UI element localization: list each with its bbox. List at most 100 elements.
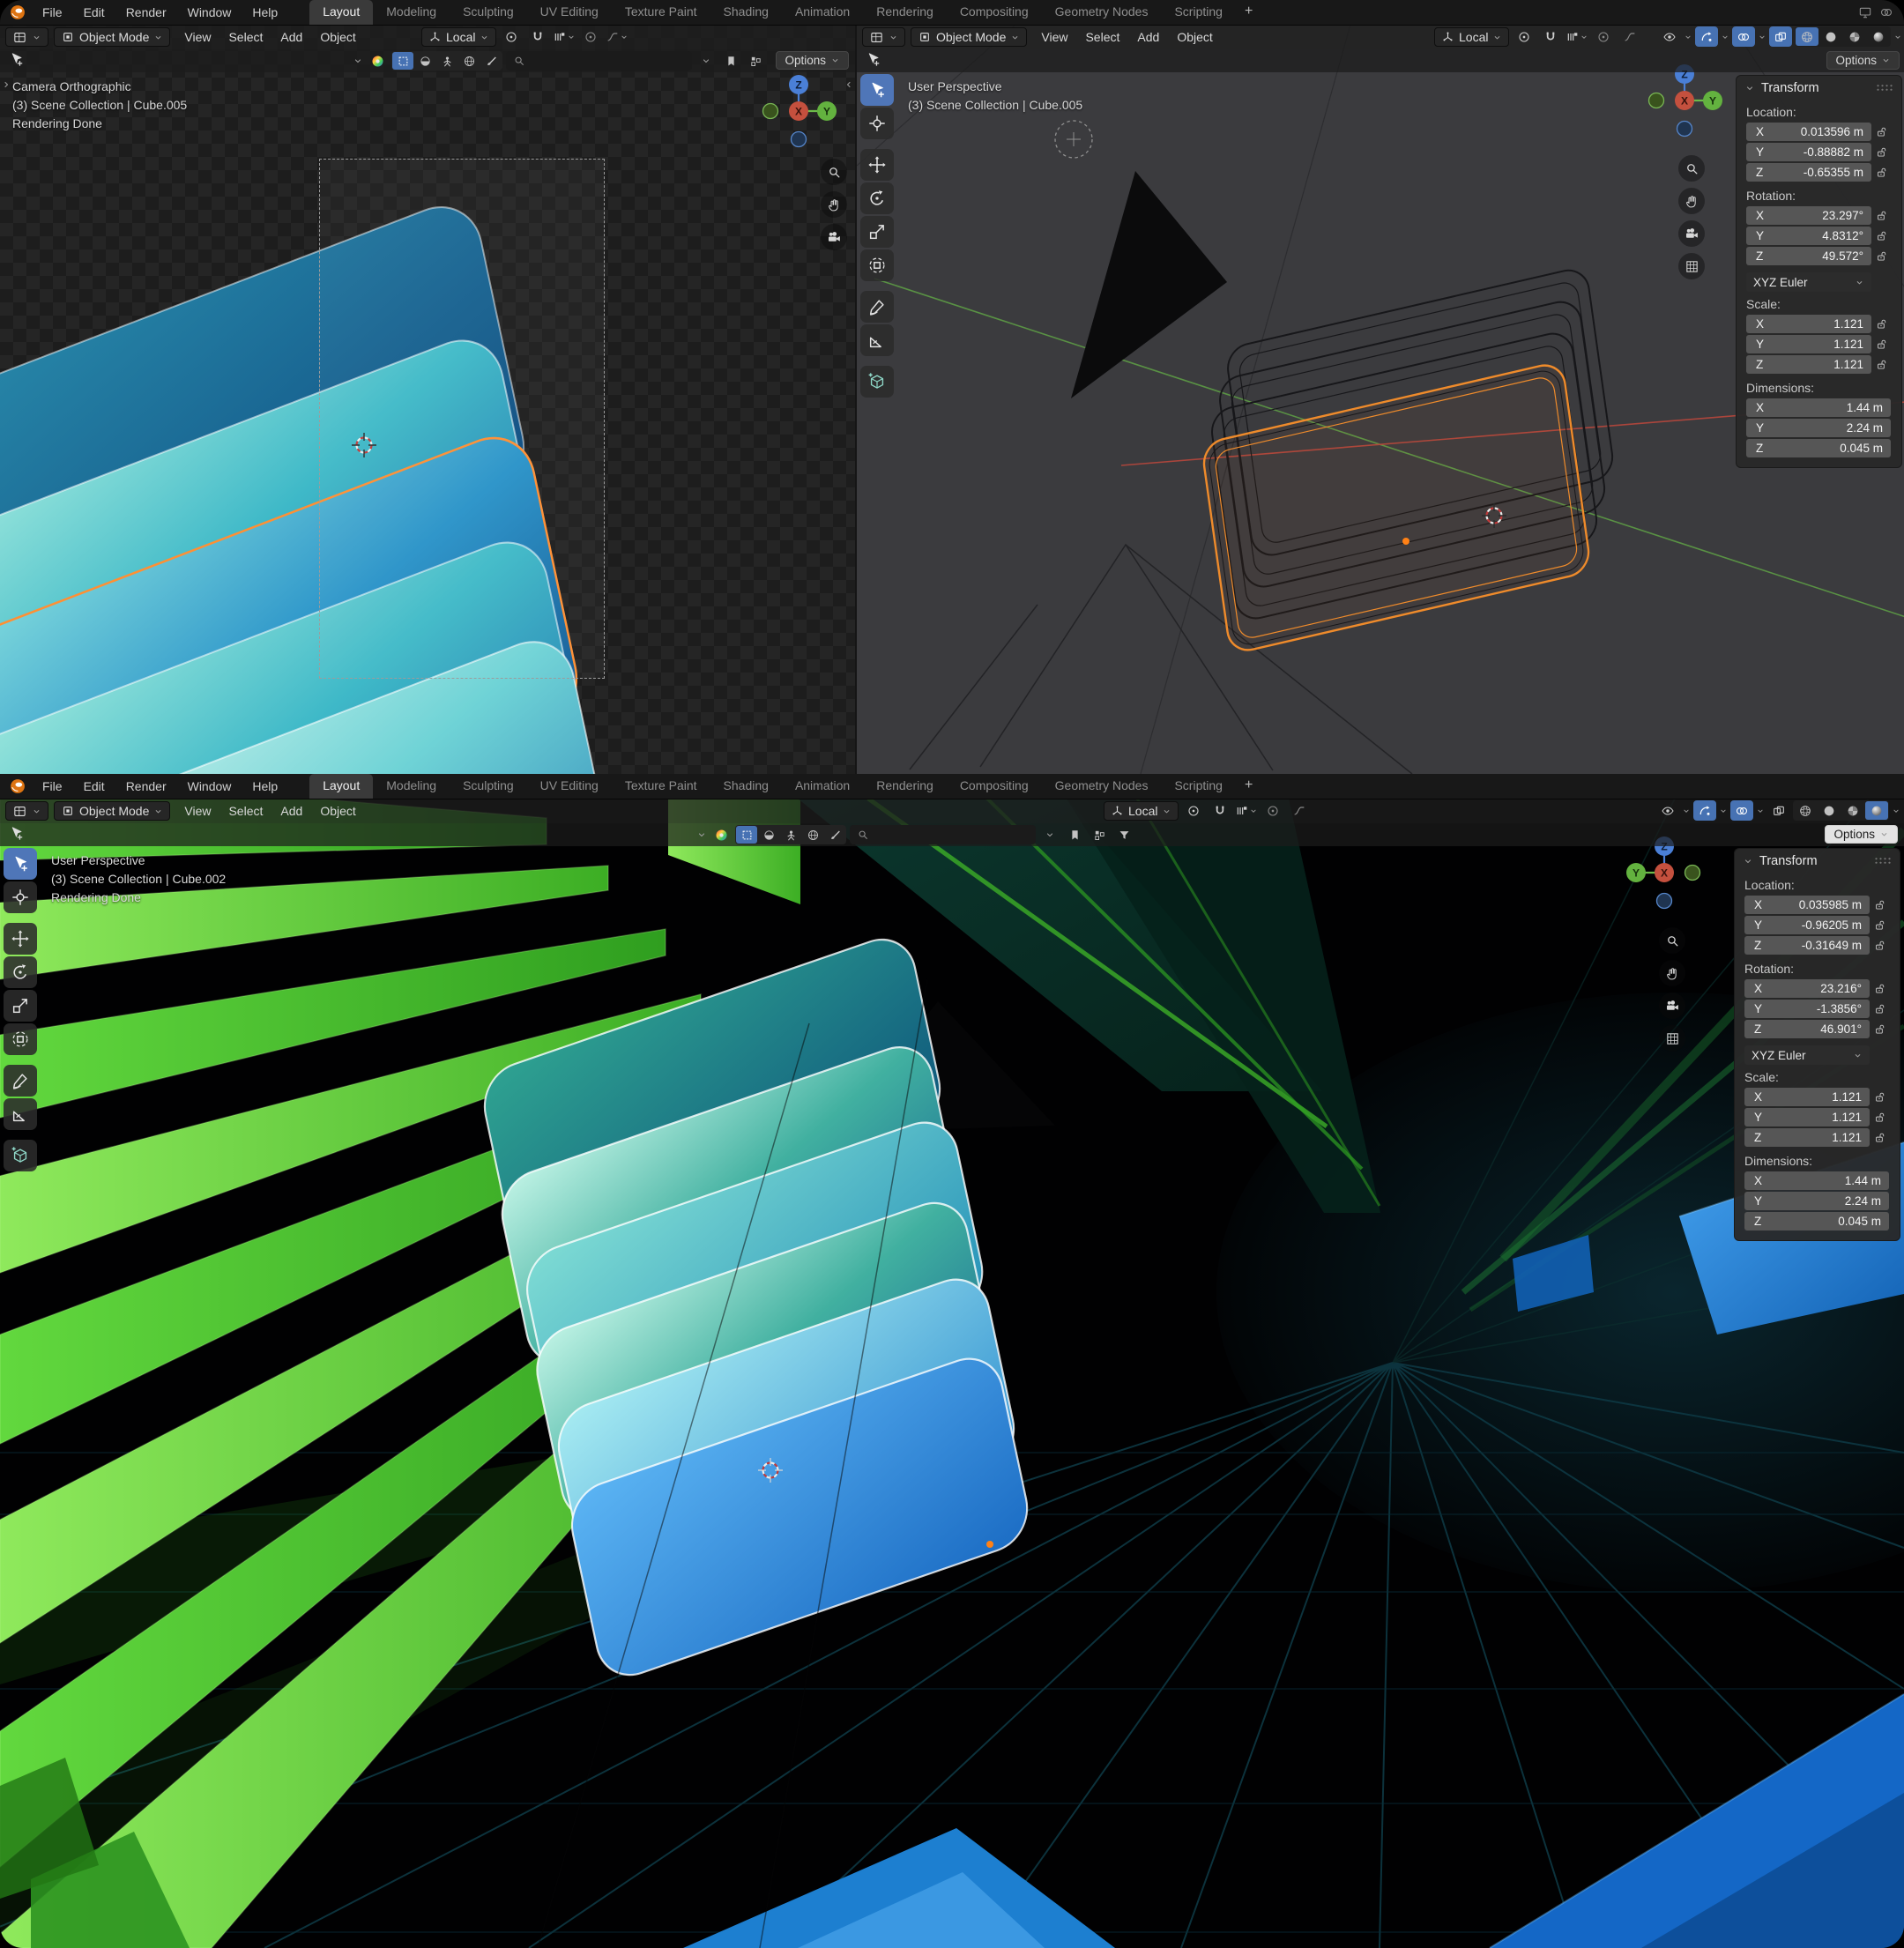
rotate-tool[interactable] <box>860 182 894 214</box>
sphere-filter-icon[interactable] <box>414 52 435 70</box>
annotate-tool[interactable] <box>860 291 894 323</box>
app-menu[interactable]: File <box>32 774 73 799</box>
viewport-wireframe[interactable]: Object Mode ViewSelectAddObject Local <box>855 25 1904 774</box>
bookmark-icon[interactable] <box>1064 826 1085 844</box>
viewport-menu[interactable]: Object <box>311 27 364 47</box>
transform-tool[interactable] <box>4 1023 37 1055</box>
workspace-tab[interactable]: Scripting <box>1161 774 1235 799</box>
workspace-tab[interactable]: Texture Paint <box>612 0 710 25</box>
shading-solid-icon[interactable] <box>1818 801 1841 820</box>
lock-icon[interactable] <box>1870 1132 1891 1144</box>
viewport-menu[interactable]: Select <box>219 801 271 821</box>
lock-icon[interactable] <box>1870 940 1891 952</box>
workspace-tab[interactable]: Shading <box>710 0 782 25</box>
workspace-tab[interactable]: Compositing <box>947 0 1042 25</box>
lock-icon[interactable] <box>1871 318 1893 331</box>
blender-logo-icon[interactable] <box>9 4 26 21</box>
app-menu[interactable]: Edit <box>73 774 115 799</box>
viewport-menu[interactable]: Object <box>311 801 364 821</box>
app-menu[interactable]: Help <box>242 774 288 799</box>
show-overlays-icon[interactable] <box>1732 26 1755 47</box>
app-menu[interactable]: Render <box>115 774 177 799</box>
cursor-tool[interactable] <box>860 108 894 139</box>
move-tool[interactable] <box>4 923 37 955</box>
snap-with-icon[interactable] <box>553 27 576 48</box>
editor-type-button[interactable] <box>5 27 48 47</box>
shading-material-icon[interactable] <box>1841 801 1864 820</box>
value-field[interactable]: X1.121 <box>1746 315 1871 333</box>
value-field[interactable]: Z-0.31649 m <box>1744 936 1870 955</box>
workspace-tab[interactable]: Modeling <box>373 774 450 799</box>
workspace-tab[interactable]: Compositing <box>947 774 1042 799</box>
transform-orientation-dropdown[interactable]: Local <box>421 27 496 47</box>
measure-tool[interactable] <box>860 324 894 356</box>
lock-icon[interactable] <box>1871 146 1893 159</box>
viewport-rendered[interactable]: Object Mode ViewSelectAddObject Local <box>0 799 1904 1948</box>
chevron-down-icon[interactable] <box>695 52 717 70</box>
pivot-point-icon[interactable] <box>500 27 523 48</box>
blender-logo-icon[interactable] <box>9 777 26 795</box>
app-menu[interactable]: Window <box>177 774 242 799</box>
select-box-tool[interactable] <box>860 74 894 106</box>
panel-grip[interactable] <box>1874 857 1892 865</box>
workspace-tab[interactable]: UV Editing <box>527 774 612 799</box>
app-menu[interactable]: Edit <box>73 0 115 25</box>
rotate-tool[interactable] <box>4 956 37 988</box>
lock-icon[interactable] <box>1870 919 1891 932</box>
value-field[interactable]: Y-0.96205 m <box>1744 916 1870 934</box>
camera-view-icon[interactable] <box>1678 220 1705 247</box>
color-wheel-icon[interactable] <box>367 52 388 70</box>
active-tool-icon[interactable] <box>8 825 25 842</box>
ortho-grid-icon[interactable] <box>1659 1025 1685 1052</box>
world-filter-icon[interactable] <box>802 826 823 844</box>
camera-view-icon[interactable] <box>821 224 847 250</box>
workspace-tab[interactable]: Geometry Nodes <box>1042 774 1162 799</box>
panel-title[interactable]: Transform <box>1759 854 1818 868</box>
zoom-icon[interactable] <box>821 159 847 185</box>
cursor-tool[interactable] <box>4 881 37 913</box>
visibility-eye-icon[interactable] <box>1658 26 1681 47</box>
rotation-mode-dropdown[interactable]: XYZ Euler <box>1744 1045 1870 1065</box>
world-filter-icon[interactable] <box>458 52 480 70</box>
annotate-tool[interactable] <box>4 1065 37 1097</box>
value-field[interactable]: X23.216° <box>1744 979 1870 998</box>
pan-hand-icon[interactable] <box>821 191 847 218</box>
proportional-falloff-icon[interactable] <box>606 27 628 48</box>
rotation-mode-dropdown[interactable]: XYZ Euler <box>1746 272 1871 292</box>
collapse-chevron-icon[interactable] <box>1743 856 1753 866</box>
toolbar-expand-arrow-icon[interactable] <box>1 79 11 90</box>
workspace-tab[interactable]: Geometry Nodes <box>1042 0 1162 25</box>
workspace-tab[interactable]: Rendering <box>863 774 947 799</box>
show-overlays-icon[interactable] <box>1730 800 1753 821</box>
collections-icon[interactable] <box>1089 826 1110 844</box>
object-mode-dropdown[interactable]: Object Mode <box>911 27 1027 47</box>
value-field[interactable]: X1.121 <box>1744 1088 1870 1106</box>
value-field[interactable]: X1.44 m <box>1744 1171 1889 1190</box>
lock-icon[interactable] <box>1870 983 1891 995</box>
workspace-tab[interactable]: Scripting <box>1161 0 1235 25</box>
value-field[interactable]: Z0.045 m <box>1746 439 1891 457</box>
workspace-tab[interactable]: UV Editing <box>527 0 612 25</box>
lock-icon[interactable] <box>1871 210 1893 222</box>
workspace-tab[interactable]: Sculpting <box>450 0 527 25</box>
collections-icon[interactable] <box>745 52 766 70</box>
shading-material-icon[interactable] <box>1843 27 1866 46</box>
viewport-menu[interactable]: View <box>175 801 219 821</box>
value-field[interactable]: Y1.121 <box>1744 1108 1870 1126</box>
select-box-tool[interactable] <box>4 848 37 880</box>
app-menu[interactable]: File <box>32 0 73 25</box>
panel-title[interactable]: Transform <box>1761 81 1819 95</box>
value-field[interactable]: Z49.572° <box>1746 247 1871 265</box>
lock-icon[interactable] <box>1871 338 1893 351</box>
scale-tool[interactable] <box>4 990 37 1022</box>
measure-tool[interactable] <box>4 1098 37 1130</box>
proportional-falloff-icon[interactable] <box>1618 27 1641 48</box>
camera-view-icon[interactable] <box>1659 993 1685 1019</box>
screen-icon[interactable] <box>1858 5 1872 19</box>
add-cube-tool[interactable] <box>4 1140 37 1171</box>
shading-rendered-icon[interactable] <box>1867 27 1890 46</box>
options-dropdown[interactable]: Options <box>1826 51 1900 70</box>
collapse-chevron-icon[interactable] <box>1744 83 1755 93</box>
lock-icon[interactable] <box>1870 899 1891 911</box>
search-input[interactable] <box>850 825 1036 844</box>
